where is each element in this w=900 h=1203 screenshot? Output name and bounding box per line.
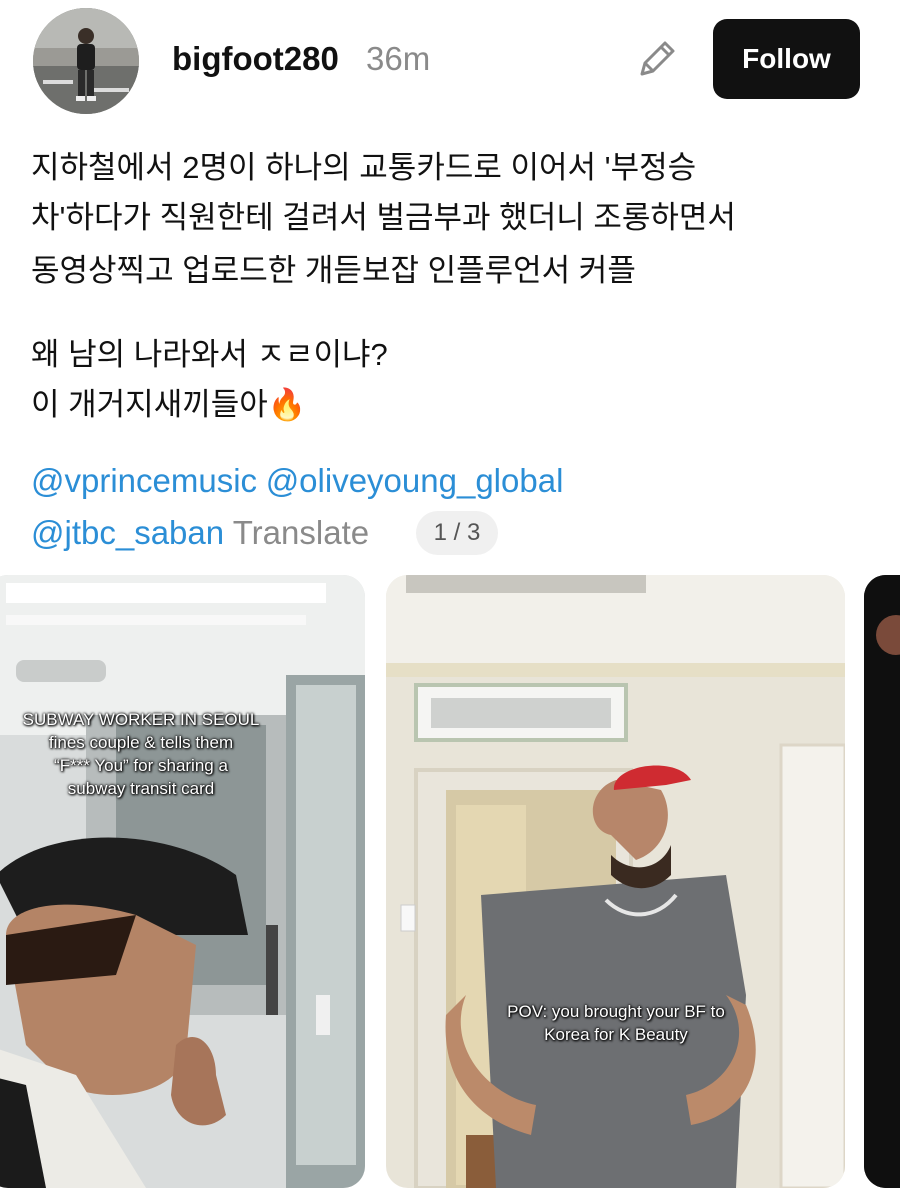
post-header: bigfoot280 36m Follow	[0, 0, 900, 120]
avatar[interactable]	[33, 8, 139, 114]
caption-line: fines couple & tells them	[48, 733, 234, 752]
post-body-line-2: 차'하다가 직원한테 걸려서 벌금부과 했더니 조롱하면서	[31, 200, 736, 235]
mention-link[interactable]: @jtbc_saban	[31, 514, 224, 551]
avatar-photo	[33, 8, 139, 114]
video-thumbnail-2	[386, 575, 845, 1188]
mention-row-2: @jtbc_saban Translate	[31, 508, 369, 559]
pencil-icon	[640, 41, 675, 76]
video-caption-1: SUBWAY WORKER IN SEOUL fines couple & te…	[6, 708, 276, 800]
video-caption-2: POV: you brought your BF to Korea for K …	[466, 1000, 766, 1046]
mention-link[interactable]: @vprincemusic	[31, 462, 257, 499]
post-body-line-4: 왜 남의 나라와서 ㅈㄹ이냐?	[31, 337, 388, 372]
mention-link[interactable]: @oliveyoung_global	[266, 462, 564, 499]
caption-line: “F*** You” for sharing a	[54, 756, 228, 775]
mention-row-1: @vprincemusic @oliveyoung_global	[31, 456, 563, 507]
post-body-line-3: 동영상찍고 업로드한 개듣보잡 인플루언서 커플	[31, 253, 636, 288]
translate-link[interactable]: Translate	[233, 514, 369, 551]
caption-line: POV: you brought your BF to	[507, 1002, 725, 1021]
page-indicator: 1 / 3	[416, 511, 498, 555]
video-thumbnail-1	[0, 575, 365, 1188]
post-body-line-1: 지하철에서 2명이 하나의 교통카드로 이어서 '부정승	[31, 150, 697, 185]
post-body-line-5: 이 개거지새끼들아🔥	[31, 387, 307, 422]
media-item-2[interactable]: POV: you brought your BF to Korea for K …	[386, 575, 845, 1188]
edit-button[interactable]	[634, 36, 680, 82]
caption-line: SUBWAY WORKER IN SEOUL	[22, 710, 260, 729]
username[interactable]: bigfoot280	[172, 40, 339, 78]
post-time: 36m	[366, 40, 431, 77]
video-thumbnail-3	[864, 575, 900, 1188]
follow-button[interactable]: Follow	[713, 19, 860, 99]
media-item-3[interactable]	[864, 575, 900, 1188]
media-item-1[interactable]: SUBWAY WORKER IN SEOUL fines couple & te…	[0, 575, 365, 1188]
caption-line: subway transit card	[67, 779, 215, 798]
caption-line: Korea for K Beauty	[544, 1025, 688, 1044]
